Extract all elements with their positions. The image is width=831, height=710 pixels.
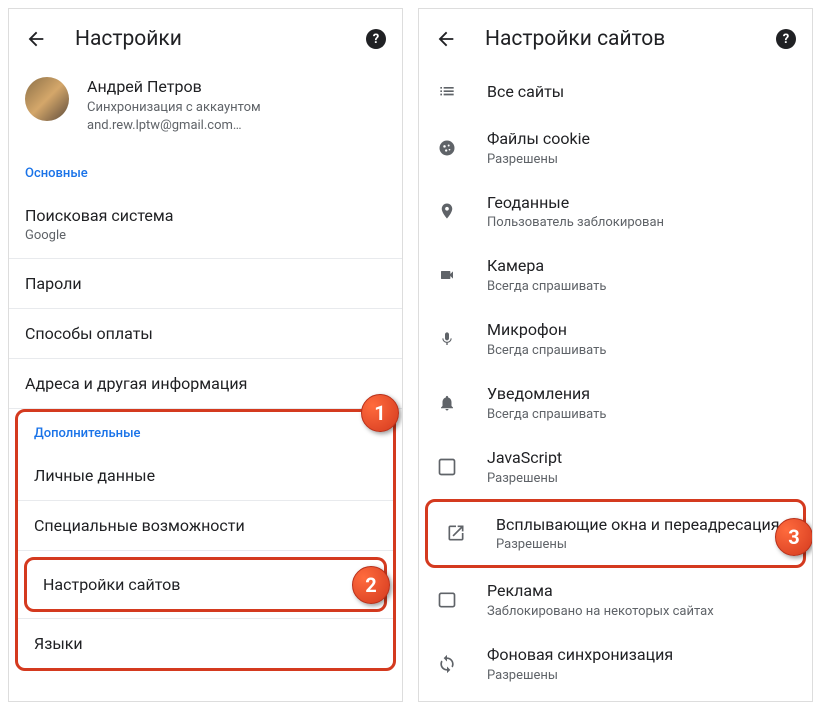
page-title: Настройки сайтов <box>485 27 776 51</box>
bgsync-row[interactable]: Фоновая синхронизацияРазрешены <box>419 632 812 696</box>
ads-icon <box>435 590 459 610</box>
location-icon <box>435 200 459 222</box>
highlight-site-settings: 2 Настройки сайтов <box>24 557 387 612</box>
camera-icon <box>435 267 459 283</box>
section-main-label: Основные <box>9 152 402 191</box>
site-settings-row[interactable]: Настройки сайтов <box>27 560 384 609</box>
highlight-group-1: 1 Дополнительные Личные данные Специальн… <box>15 409 396 671</box>
microphone-icon <box>435 328 459 350</box>
help-icon[interactable]: ? <box>776 29 796 49</box>
sync-icon <box>435 654 459 674</box>
annotation-badge-3: 3 <box>775 518 813 556</box>
all-sites-row[interactable]: Все сайты <box>419 69 812 116</box>
settings-screen: Настройки ? Андрей Петров Синхронизация … <box>8 8 403 702</box>
back-icon[interactable] <box>435 28 457 50</box>
account-email: and.rew.lptw@gmail.com… <box>87 117 261 135</box>
autodownload-row[interactable]: Автоматическое скачивание <box>419 696 812 702</box>
payment-row[interactable]: Способы оплаты <box>9 309 402 359</box>
popups-row[interactable]: Всплывающие окна и переадресацияРазрешен… <box>428 502 803 566</box>
account-name: Андрей Петров <box>87 77 261 96</box>
page-title: Настройки <box>75 27 366 51</box>
list-icon <box>435 82 459 102</box>
cookie-icon <box>435 138 459 158</box>
microphone-row[interactable]: МикрофонВсегда спрашивать <box>419 307 812 371</box>
javascript-icon <box>435 457 459 477</box>
annotation-badge-2: 2 <box>352 566 390 604</box>
help-icon[interactable]: ? <box>366 29 386 49</box>
addresses-row[interactable]: Адреса и другая информация <box>9 359 402 409</box>
account-sync-label: Синхронизация с аккаунтом <box>87 99 261 117</box>
languages-row[interactable]: Языки <box>18 619 393 668</box>
notifications-row[interactable]: УведомленияВсегда спрашивать <box>419 371 812 435</box>
account-row[interactable]: Андрей Петров Синхронизация с аккаунтом … <box>9 69 402 152</box>
passwords-row[interactable]: Пароли <box>9 259 402 309</box>
site-settings-screen: Настройки сайтов ? Все сайты Файлы cooki… <box>418 8 813 702</box>
section-advanced-label: Дополнительные <box>18 412 393 451</box>
highlight-popups: 3 Всплывающие окна и переадресацияРазреш… <box>425 499 806 569</box>
location-row[interactable]: ГеоданныеПользователь заблокирован <box>419 180 812 244</box>
bell-icon <box>435 392 459 414</box>
accessibility-row[interactable]: Специальные возможности <box>18 501 393 551</box>
header: Настройки ? <box>9 9 402 69</box>
header: Настройки сайтов ? <box>419 9 812 69</box>
annotation-badge-1: 1 <box>361 394 399 432</box>
javascript-row[interactable]: JavaScriptРазрешены <box>419 435 812 499</box>
launch-icon <box>444 523 468 543</box>
ads-row[interactable]: РекламаЗаблокировано на некоторых сайтах <box>419 568 812 632</box>
cookies-row[interactable]: Файлы cookieРазрешены <box>419 116 812 180</box>
camera-row[interactable]: КамераВсегда спрашивать <box>419 243 812 307</box>
search-engine-row[interactable]: Поисковая система Google <box>9 191 402 259</box>
back-icon[interactable] <box>25 28 47 50</box>
personal-data-row[interactable]: Личные данные <box>18 451 393 501</box>
avatar <box>25 77 69 121</box>
